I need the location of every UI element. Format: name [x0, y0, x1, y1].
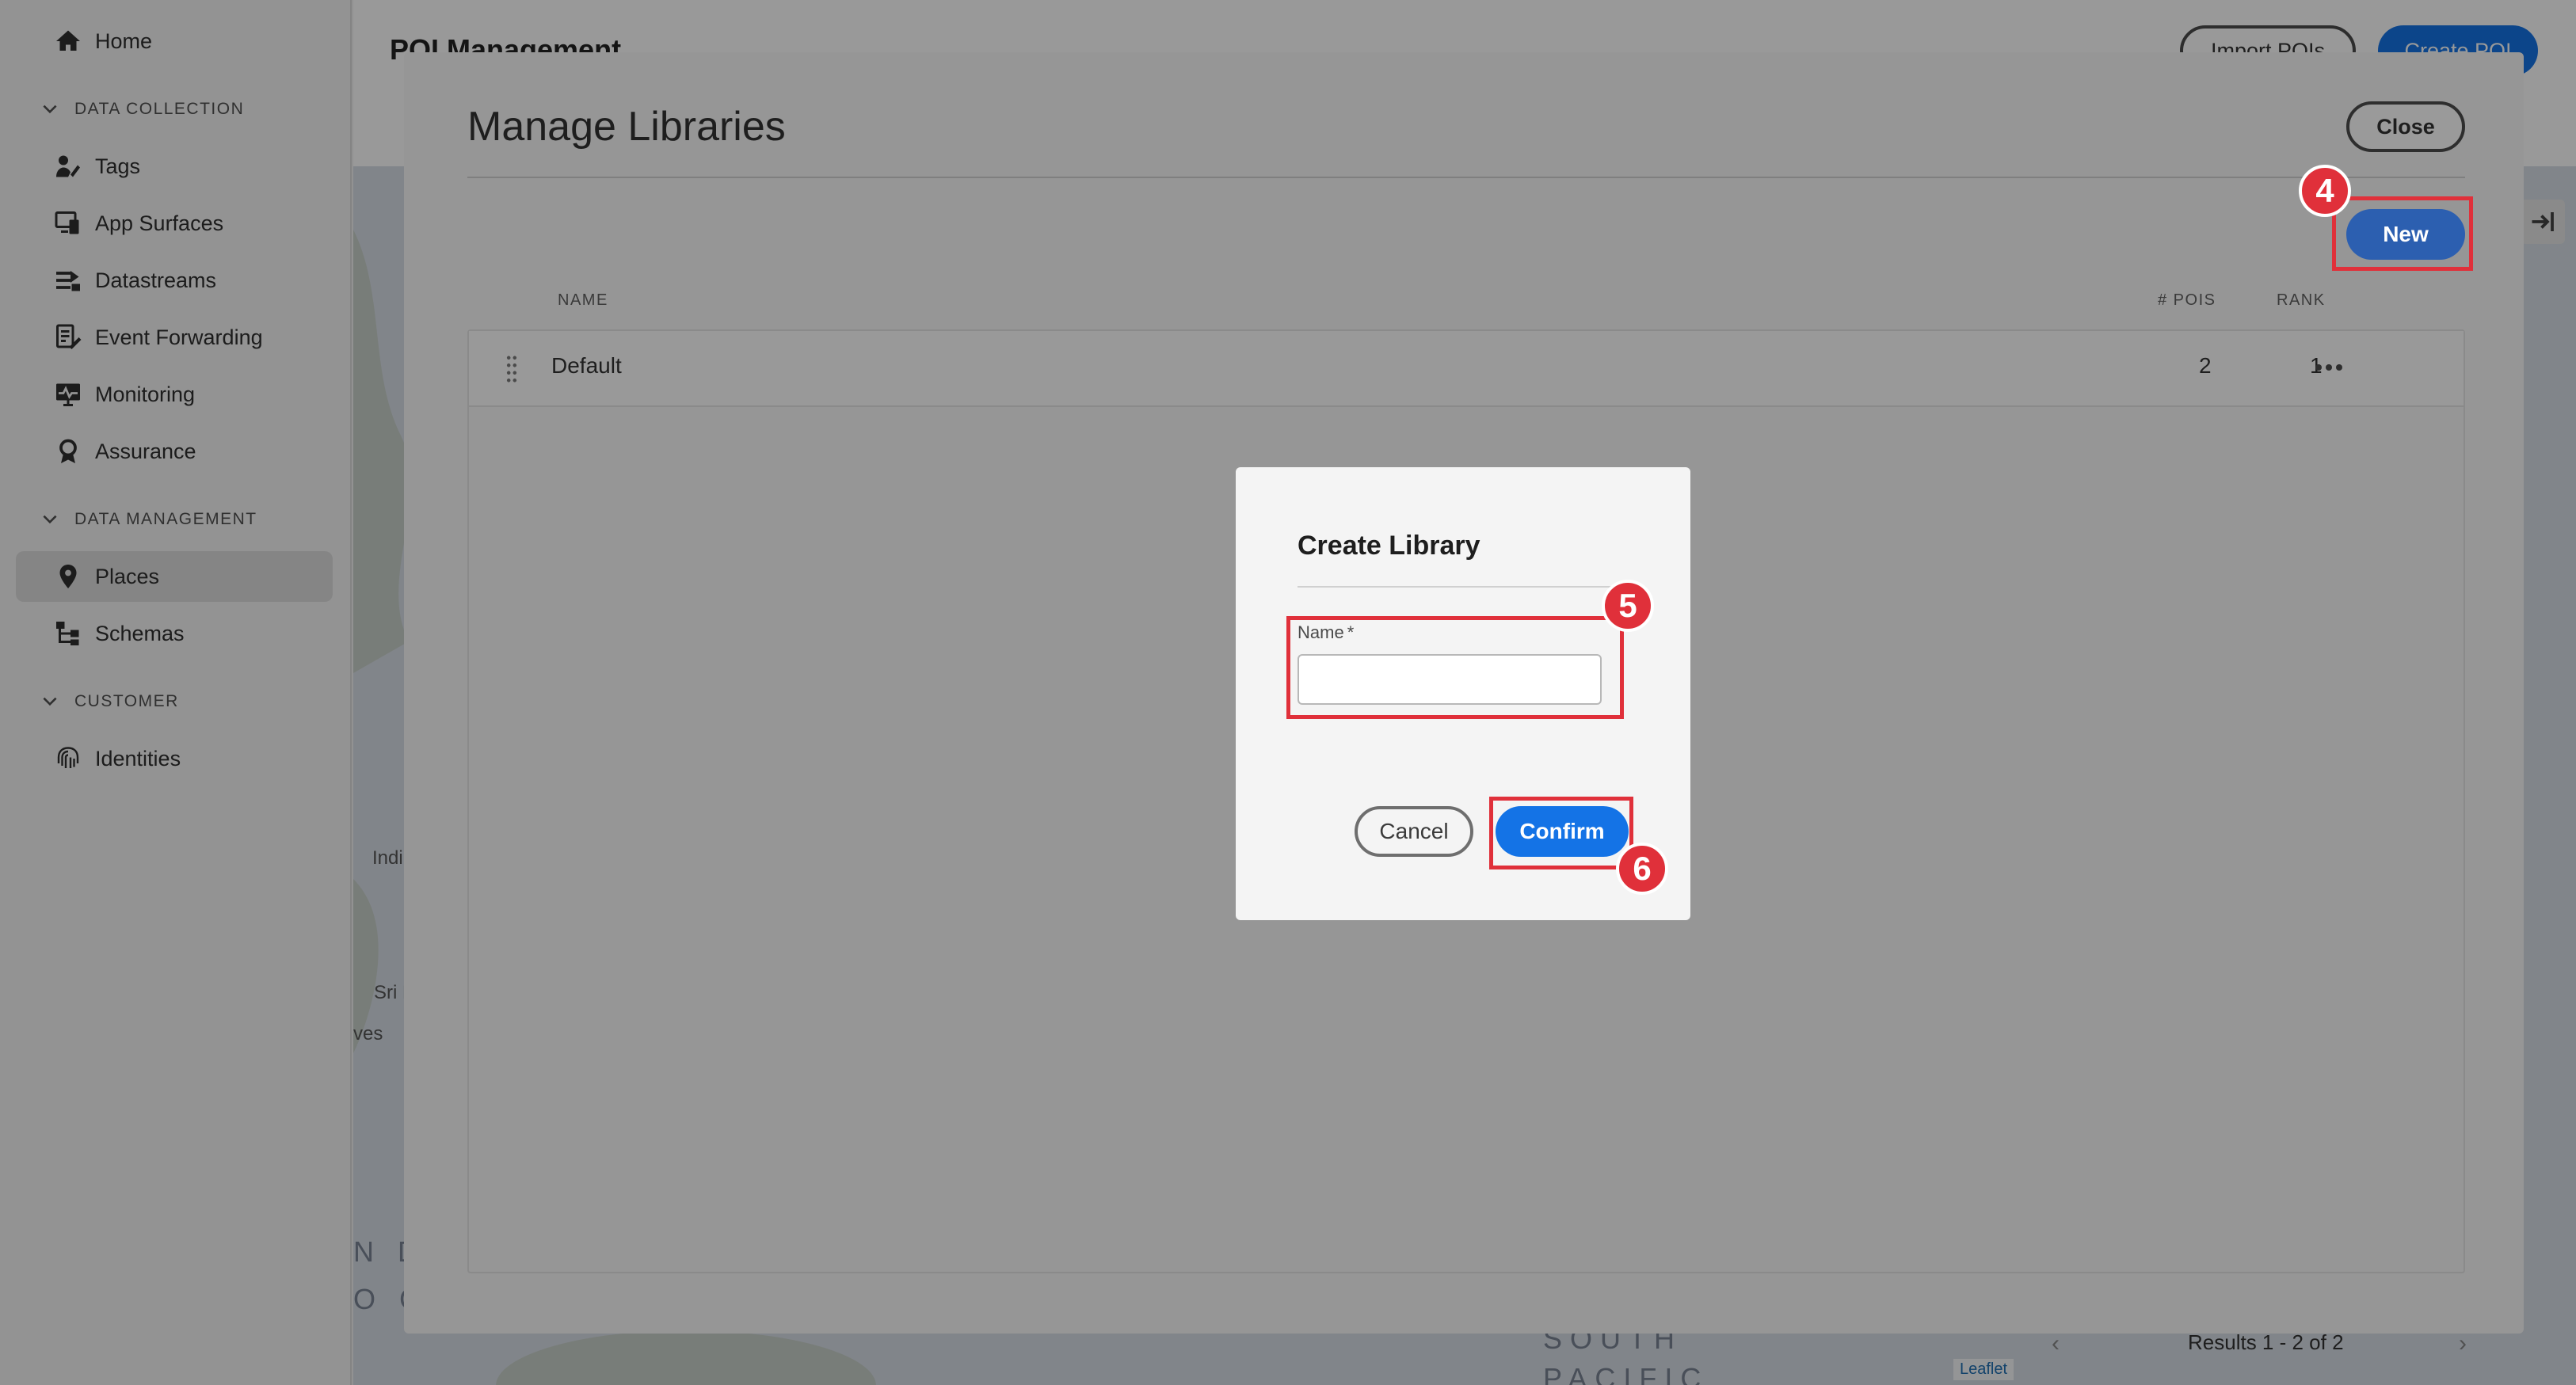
drag-handle-icon[interactable]	[505, 355, 518, 385]
step-4-highlight	[2332, 196, 2473, 271]
dialog-title: Create Library	[1298, 531, 1480, 561]
library-poi-count: 2	[2199, 353, 2212, 378]
column-header-name[interactable]: NAME	[558, 291, 608, 310]
step-6-highlight	[1489, 797, 1633, 869]
table-row[interactable]: Default 2 1	[469, 331, 2464, 407]
library-name: Default	[551, 353, 622, 378]
column-header-rank[interactable]: RANK	[2277, 291, 2326, 310]
more-actions-icon[interactable]	[2311, 352, 2346, 383]
step-5-highlight	[1286, 616, 1624, 719]
close-button[interactable]: Close	[2346, 101, 2465, 152]
step-6-badge: 6	[1616, 843, 1668, 895]
divider	[467, 177, 2465, 178]
divider	[1298, 586, 1630, 588]
step-4-badge: 4	[2299, 165, 2351, 217]
cancel-button[interactable]: Cancel	[1355, 806, 1473, 857]
column-header-pois[interactable]: # POIS	[2158, 291, 2216, 310]
step-5-badge: 5	[1602, 580, 1654, 632]
dialog-title: Manage Libraries	[467, 104, 786, 150]
